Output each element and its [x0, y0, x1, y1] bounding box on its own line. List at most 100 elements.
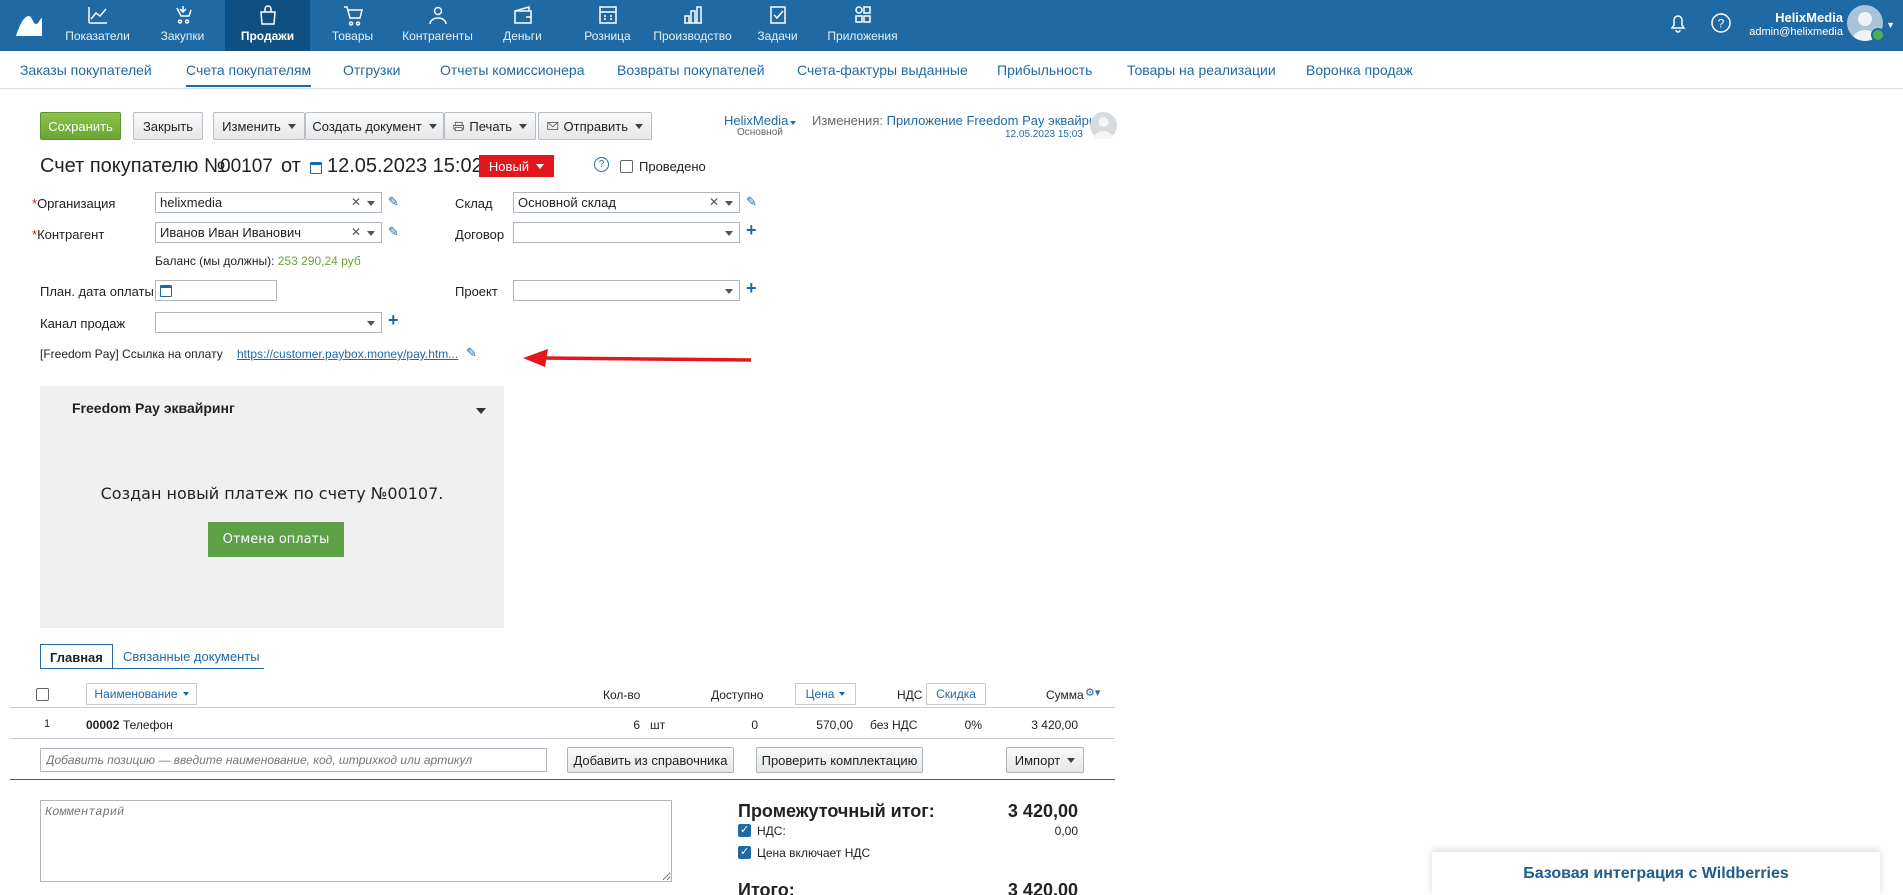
org-selector[interactable]: HelixMedia — [724, 113, 788, 128]
vat-column-header: НДС — [897, 688, 923, 702]
row-discount[interactable]: 0% — [950, 718, 982, 732]
changes-label: Изменения: — [812, 113, 883, 128]
nav-money[interactable]: Деньги — [480, 0, 565, 51]
chevron-down-icon — [839, 692, 846, 696]
row-qty[interactable]: 6 — [600, 718, 640, 732]
row-vat[interactable]: без НДС — [870, 718, 917, 732]
project-field[interactable] — [513, 280, 740, 301]
add-icon[interactable]: + — [746, 220, 757, 241]
bell-icon[interactable] — [1668, 12, 1688, 34]
wildberries-integration-banner[interactable]: Базовая интеграция с Wildberries — [1432, 852, 1880, 895]
check-kit-button[interactable]: Проверить комплектацию — [756, 747, 923, 773]
vat-label: НДС: — [757, 824, 786, 838]
nav-label: Производство — [653, 29, 732, 43]
discount-column-header[interactable]: Скидка — [926, 683, 986, 705]
tab-main[interactable]: Главная — [40, 644, 113, 669]
cancel-payment-button[interactable]: Отмена оплаты — [208, 522, 344, 557]
subnav-customer-returns[interactable]: Возвраты покупателей — [617, 62, 765, 78]
doc-number[interactable]: 00107 — [220, 156, 273, 178]
nav-tasks[interactable]: Задачи — [735, 0, 820, 51]
posted-checkbox[interactable] — [620, 160, 633, 173]
edit-label: Изменить — [222, 118, 281, 134]
changes-value[interactable]: Приложение Freedom Pay эквайринг — [887, 113, 1109, 128]
chevron-down-icon[interactable] — [725, 201, 733, 206]
vat-checkbox[interactable] — [738, 823, 751, 837]
nav-purchases[interactable]: Закупки — [140, 0, 225, 51]
name-column-header[interactable]: Наименование — [86, 683, 197, 705]
subnav-invoices-issued[interactable]: Счета-фактуры выданные — [797, 62, 968, 78]
send-button[interactable]: Отправить — [538, 112, 652, 140]
chevron-down-icon[interactable] — [790, 121, 796, 125]
subnav-customer-orders[interactable]: Заказы покупателей — [20, 62, 152, 78]
chevron-down-icon[interactable] — [476, 408, 486, 414]
chevron-down-icon[interactable] — [367, 321, 375, 326]
print-button[interactable]: Печать — [444, 112, 536, 140]
price-includes-vat-label: Цена включает НДС — [757, 846, 871, 860]
edit-icon[interactable]: ✎ — [746, 194, 757, 210]
row-name[interactable]: Телефон — [123, 718, 173, 732]
subnav-profitability[interactable]: Прибыльность — [997, 62, 1092, 78]
chevron-down-icon[interactable]: ▼ — [1886, 20, 1895, 30]
doc-date[interactable]: 12.05.2023 15:02 — [327, 155, 483, 178]
help-icon[interactable]: ? — [1710, 12, 1732, 34]
warehouse-field[interactable]: Основной склад ✕ — [513, 192, 740, 213]
nav-apps[interactable]: Приложения — [820, 0, 905, 51]
edit-icon[interactable]: ✎ — [388, 224, 399, 240]
calendar-icon[interactable] — [310, 162, 322, 174]
close-button[interactable]: Закрыть — [133, 112, 203, 140]
people-icon — [428, 6, 447, 25]
org-field[interactable]: helixmedia ✕ — [155, 192, 382, 213]
user-name[interactable]: HelixMedia — [1775, 10, 1843, 25]
price-column-header[interactable]: Цена — [795, 683, 856, 705]
nav-sales[interactable]: Продажи — [225, 0, 310, 51]
edit-icon[interactable]: ✎ — [466, 345, 477, 361]
chevron-down-icon[interactable] — [725, 231, 733, 236]
user-email[interactable]: admin@helixmedia — [1749, 26, 1843, 38]
logo-icon[interactable] — [14, 10, 44, 38]
nav-goods[interactable]: Товары — [310, 0, 395, 51]
freedom-link[interactable]: https://customer.paybox.money/pay.htm... — [237, 347, 458, 361]
subnav-goods-on-sale[interactable]: Товары на реализации — [1127, 62, 1276, 78]
edit-button[interactable]: Изменить — [213, 112, 305, 140]
chevron-down-icon[interactable] — [367, 201, 375, 206]
status-badge[interactable]: Новый — [479, 155, 554, 177]
import-button[interactable]: Импорт — [1006, 747, 1084, 773]
clear-icon[interactable]: ✕ — [351, 225, 361, 239]
chevron-down-icon — [1067, 757, 1076, 763]
calendar-icon[interactable] — [160, 285, 172, 297]
edit-icon[interactable]: ✎ — [388, 194, 399, 210]
save-button[interactable]: Сохранить — [40, 112, 121, 140]
channel-label: Канал продаж — [40, 316, 126, 331]
subnav-commission-reports[interactable]: Отчеты комиссионера — [440, 62, 585, 78]
add-position-input[interactable] — [40, 748, 547, 772]
nav-indicators[interactable]: Показатели — [55, 0, 140, 51]
avatar — [1090, 112, 1117, 139]
nav-counterparties[interactable]: Контрагенты — [395, 0, 480, 51]
status-label: Новый — [488, 158, 530, 174]
comment-field[interactable] — [40, 800, 672, 882]
org-selector-sub: Основной — [737, 127, 783, 138]
row-price[interactable]: 570,00 — [800, 718, 853, 732]
nav-retail[interactable]: Розница — [565, 0, 650, 51]
nav-production[interactable]: Производство — [650, 0, 735, 51]
add-from-reference-button[interactable]: Добавить из справочника — [567, 747, 734, 773]
chevron-down-icon[interactable] — [725, 289, 733, 294]
chevron-down-icon[interactable] — [367, 231, 375, 236]
subnav-customer-invoices[interactable]: Счета покупателям — [186, 62, 312, 87]
add-icon[interactable]: + — [388, 310, 399, 331]
channel-field[interactable] — [155, 312, 382, 333]
subnav-shipments[interactable]: Отгрузки — [343, 62, 400, 78]
contract-field[interactable] — [513, 222, 740, 243]
clear-icon[interactable]: ✕ — [351, 195, 361, 209]
add-icon[interactable]: + — [746, 278, 757, 299]
counterparty-field[interactable]: Иванов Иван Иванович ✕ — [155, 222, 382, 243]
pay-date-field[interactable] — [155, 280, 277, 301]
help-icon[interactable]: ? — [594, 157, 609, 172]
price-includes-vat-checkbox[interactable] — [738, 845, 751, 859]
select-all-checkbox[interactable] — [36, 688, 49, 701]
gear-icon[interactable]: ⚙▾ — [1085, 686, 1100, 699]
subnav-sales-funnel[interactable]: Воронка продаж — [1306, 62, 1413, 78]
create-document-button[interactable]: Создать документ — [305, 112, 444, 140]
tab-related-documents[interactable]: Связанные документы — [114, 644, 269, 669]
clear-icon[interactable]: ✕ — [709, 195, 719, 209]
